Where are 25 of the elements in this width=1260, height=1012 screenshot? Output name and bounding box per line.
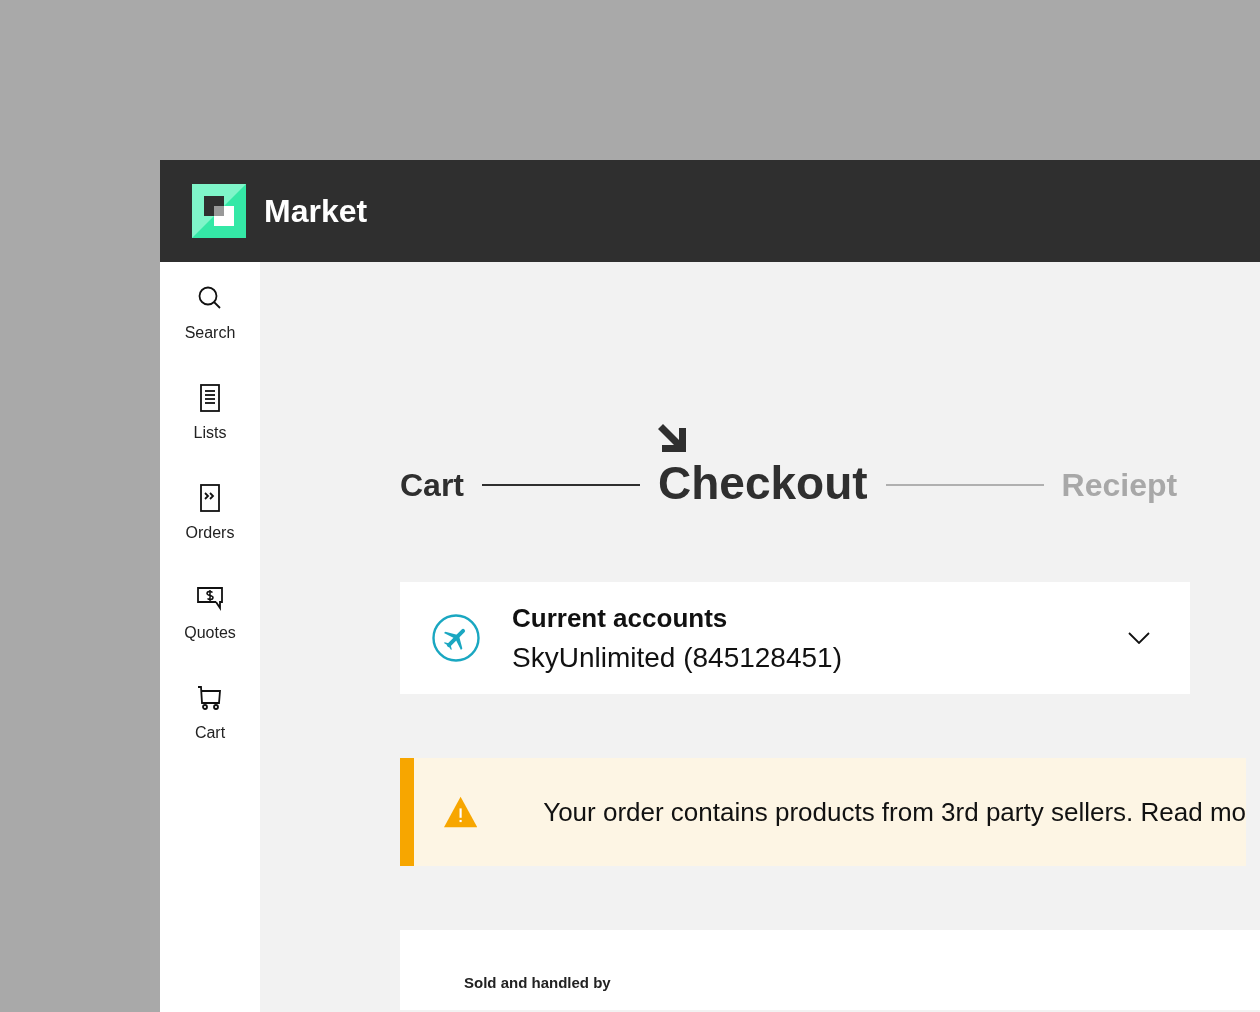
forward-document-icon — [200, 484, 220, 512]
sidebar-item[interactable]: Search — [160, 284, 260, 384]
airplane-icon — [432, 614, 480, 662]
sidebar-label: Search — [184, 324, 236, 342]
sidebar-item[interactable]: Orders — [160, 484, 260, 584]
sidebar-item[interactable]: Cart — [160, 684, 260, 784]
logo-icon — [192, 184, 246, 238]
account-label: Current accounts — [512, 602, 729, 634]
chevron-down-icon — [1128, 632, 1150, 644]
account-selector[interactable]: Current accounts SkyUnlimited (845128451) — [400, 582, 1190, 694]
warning-message: Your order contains products from 3rd party sellers. Read mo — [543, 796, 1246, 828]
sidebar-label: Quotes — [184, 624, 236, 642]
dollar-speech-bubble-icon — [197, 584, 223, 612]
sidebar-item[interactable]: Lists — [160, 384, 260, 484]
sidebar-label: Lists — [193, 424, 227, 442]
step-label[interactable]: Cart — [400, 469, 464, 506]
document-icon — [200, 384, 220, 412]
step-label[interactable]: Checkout — [658, 460, 868, 506]
account-value: SkyUnlimited (845128451) — [512, 641, 843, 674]
app-title: Market — [264, 192, 368, 230]
sidebar-label: Cart — [194, 724, 226, 742]
seller-heading: Sold and handled by — [464, 974, 611, 991]
sidebar-item[interactable]: Quotes — [160, 584, 260, 684]
sidebar-label: Orders — [185, 524, 235, 542]
cart-icon — [197, 684, 223, 712]
